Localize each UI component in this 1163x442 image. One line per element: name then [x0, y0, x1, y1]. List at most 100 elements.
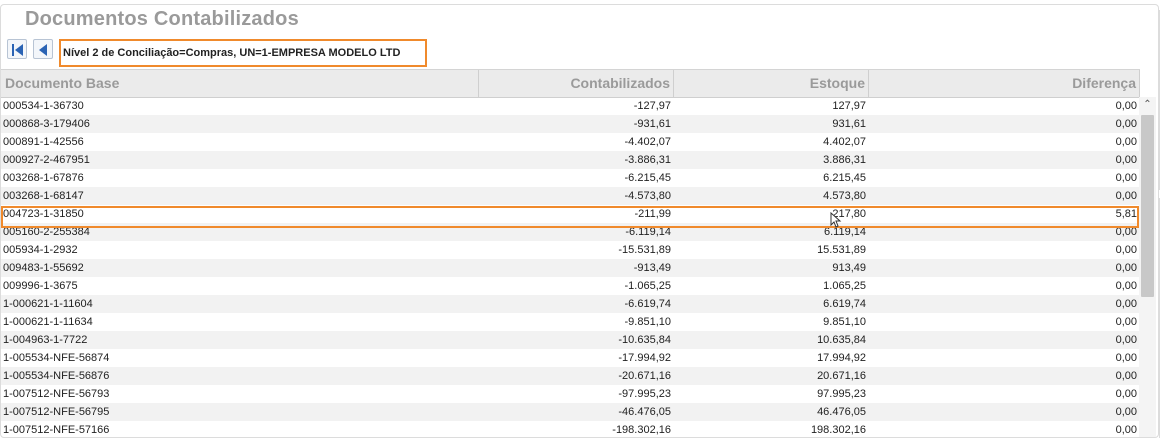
- table-row[interactable]: 1-000621-1-11604 -6.619,74 6.619,74 0,00: [1, 295, 1140, 313]
- table-row[interactable]: 000868-3-179406 -931,61 931,61 0,00: [1, 115, 1140, 133]
- level-breadcrumb: Nível 2 de Conciliação=Compras, UN=1-EMP…: [59, 39, 427, 67]
- table-header: Documento Base Contabilizados Estoque Di…: [1, 69, 1140, 98]
- cell-contabilizados: -6.619,74: [624, 298, 671, 310]
- cell-contabilizados: -15.531,89: [618, 244, 671, 256]
- first-page-button[interactable]: [7, 39, 27, 59]
- table-row[interactable]: 1-004963-1-7722 -10.635,84 10.635,84 0,00: [1, 331, 1140, 349]
- cell-documento-base: 1-005534-NFE-56874: [3, 352, 110, 364]
- cell-diferenca: 0,00: [1115, 352, 1137, 364]
- cell-documento-base: 005934-1-2932: [3, 244, 78, 256]
- cell-documento-base: 009996-1-3675: [3, 280, 78, 292]
- cell-diferenca: 0,00: [1115, 154, 1137, 166]
- cell-contabilizados: -4.402,07: [624, 136, 671, 148]
- cell-estoque: 10.635,84: [817, 334, 866, 346]
- cell-estoque: 198.302,16: [810, 424, 866, 436]
- table-row[interactable]: 1-000621-1-11634 -9.851,10 9.851,10 0,00: [1, 313, 1140, 331]
- cell-diferenca: 5,81: [1115, 208, 1137, 220]
- cell-diferenca: 0,00: [1115, 280, 1137, 292]
- vertical-scrollbar[interactable]: ⌃: [1139, 97, 1156, 437]
- cell-contabilizados: -127,97: [633, 100, 671, 112]
- previous-page-button[interactable]: [33, 39, 53, 59]
- cell-documento-base: 003268-1-68147: [3, 190, 84, 202]
- cell-estoque: 127,97: [832, 100, 866, 112]
- cell-documento-base: 005160-2-255384: [3, 226, 90, 238]
- cell-documento-base: 000534-1-36730: [3, 100, 84, 112]
- cell-contabilizados: -46.476,05: [618, 406, 671, 418]
- table-row[interactable]: 009483-1-55692 -913,49 913,49 0,00: [1, 259, 1140, 277]
- cell-estoque: 15.531,89: [817, 244, 866, 256]
- cell-contabilizados: -1.065,25: [624, 280, 671, 292]
- table-row[interactable]: 000534-1-36730 -127,97 127,97 0,00: [1, 97, 1140, 115]
- table-row[interactable]: 1-007512-NFE-57166 -198.302,16 198.302,16 0…: [1, 421, 1140, 437]
- column-header-contabilizados[interactable]: Contabilizados: [479, 70, 674, 97]
- cell-documento-base: 000868-3-179406: [3, 118, 90, 130]
- cell-documento-base: 1-000621-1-11604: [3, 298, 93, 310]
- cell-estoque: 4.402,07: [823, 136, 866, 148]
- cell-contabilizados: -6.119,14: [625, 226, 671, 238]
- adjacent-panel-edge: [1159, 10, 1163, 190]
- cell-diferenca: 0,00: [1115, 388, 1137, 400]
- cell-diferenca: 0,00: [1115, 190, 1137, 202]
- scrollbar-thumb[interactable]: [1141, 115, 1154, 297]
- cell-documento-base: 000891-1-42556: [3, 136, 84, 148]
- cell-contabilizados: -9.851,10: [624, 316, 671, 328]
- cell-estoque: 3.886,31: [823, 154, 866, 166]
- cell-estoque: 46.476,05: [817, 406, 866, 418]
- cell-documento-base: 1-005534-NFE-56876: [3, 370, 110, 382]
- cell-diferenca: 0,00: [1115, 244, 1137, 256]
- cell-diferenca: 0,00: [1115, 370, 1137, 382]
- cell-estoque: 4.573,80: [823, 190, 866, 202]
- cell-diferenca: 0,00: [1115, 424, 1137, 436]
- cell-diferenca: 0,00: [1115, 100, 1137, 112]
- table-row[interactable]: 003268-1-67876 -6.215,45 6.215,45 0,00: [1, 169, 1140, 187]
- cell-documento-base: 1-004963-1-7722: [3, 334, 88, 346]
- cell-diferenca: 0,00: [1115, 316, 1137, 328]
- cell-contabilizados: -97.995,23: [618, 388, 671, 400]
- adjacent-panel-edge: [1159, 198, 1163, 438]
- table-row[interactable]: 1-007512-NFE-56793 -97.995,23 97.995,23 0,0…: [1, 385, 1140, 403]
- cell-documento-base: 1-007512-NFE-56793: [3, 388, 110, 400]
- mouse-pointer-icon: [830, 212, 842, 228]
- cell-contabilizados: -17.994,92: [618, 352, 671, 364]
- scroll-up-arrow-icon[interactable]: ⌃: [1139, 97, 1156, 113]
- cell-estoque: 17.994,92: [817, 352, 866, 364]
- table-body: 000534-1-36730 -127,97 127,97 0,00 000868-3-…: [1, 97, 1140, 437]
- cell-contabilizados: -211,99: [634, 208, 672, 220]
- cell-diferenca: 0,00: [1115, 172, 1137, 184]
- cell-documento-base: 1-007512-NFE-56795: [3, 406, 110, 418]
- cell-contabilizados: -6.215,45: [624, 172, 671, 184]
- table-row[interactable]: 000927-2-467951 -3.886,31 3.886,31 0,00: [1, 151, 1140, 169]
- column-header-estoque[interactable]: Estoque: [674, 70, 869, 97]
- table-row[interactable]: 005934-1-2932 -15.531,89 15.531,89 0,00: [1, 241, 1140, 259]
- table-row[interactable]: 1-005534-NFE-56874 -17.994,92 17.994,92 0,0…: [1, 349, 1140, 367]
- table-row[interactable]: 1-007512-NFE-56795 -46.476,05 46.476,05 0,0…: [1, 403, 1140, 421]
- cell-diferenca: 0,00: [1115, 406, 1137, 418]
- table-row[interactable]: 1-005534-NFE-56876 -20.671,16 20.671,16 0,0…: [1, 367, 1140, 385]
- first-page-icon: [12, 44, 14, 56]
- table-row[interactable]: 009996-1-3675 -1.065,25 1.065,25 0,00: [1, 277, 1140, 295]
- table-row[interactable]: 003268-1-68147 -4.573,80 4.573,80 0,00: [1, 187, 1140, 205]
- cell-diferenca: 0,00: [1115, 118, 1137, 130]
- cell-contabilizados: -10.635,84: [618, 334, 671, 346]
- cell-documento-base: 1-000621-1-11634: [3, 316, 93, 328]
- cell-contabilizados: -931,61: [633, 118, 671, 130]
- previous-page-icon: [39, 44, 47, 56]
- cell-contabilizados: -20.671,16: [618, 370, 671, 382]
- cell-documento-base: 1-007512-NFE-57166: [3, 424, 110, 436]
- cell-contabilizados: -913,49: [633, 262, 671, 274]
- table-row[interactable]: 005160-2-255384 -6.119,14 6.119,14 0,00: [1, 223, 1140, 241]
- cell-diferenca: 0,00: [1115, 298, 1137, 310]
- cell-documento-base: 009483-1-55692: [3, 262, 84, 274]
- table-row[interactable]: 000891-1-42556 -4.402,07 4.402,07 0,00: [1, 133, 1140, 151]
- cell-diferenca: 0,00: [1115, 334, 1137, 346]
- cell-estoque: 931,61: [832, 118, 866, 130]
- cell-estoque: 913,49: [832, 262, 866, 274]
- column-header-documento-base[interactable]: Documento Base: [1, 70, 479, 97]
- cell-documento-base: 000927-2-467951: [3, 154, 90, 166]
- cell-estoque: 9.851,10: [823, 316, 866, 328]
- cell-estoque: 20.671,16: [817, 370, 866, 382]
- column-header-diferenca[interactable]: Diferença: [869, 70, 1140, 97]
- cell-documento-base: 004723-1-31850: [3, 208, 84, 220]
- cell-contabilizados: -3.886,31: [624, 154, 671, 166]
- table-row[interactable]: 004723-1-31850 -211,99 217,80 5,81: [1, 205, 1140, 223]
